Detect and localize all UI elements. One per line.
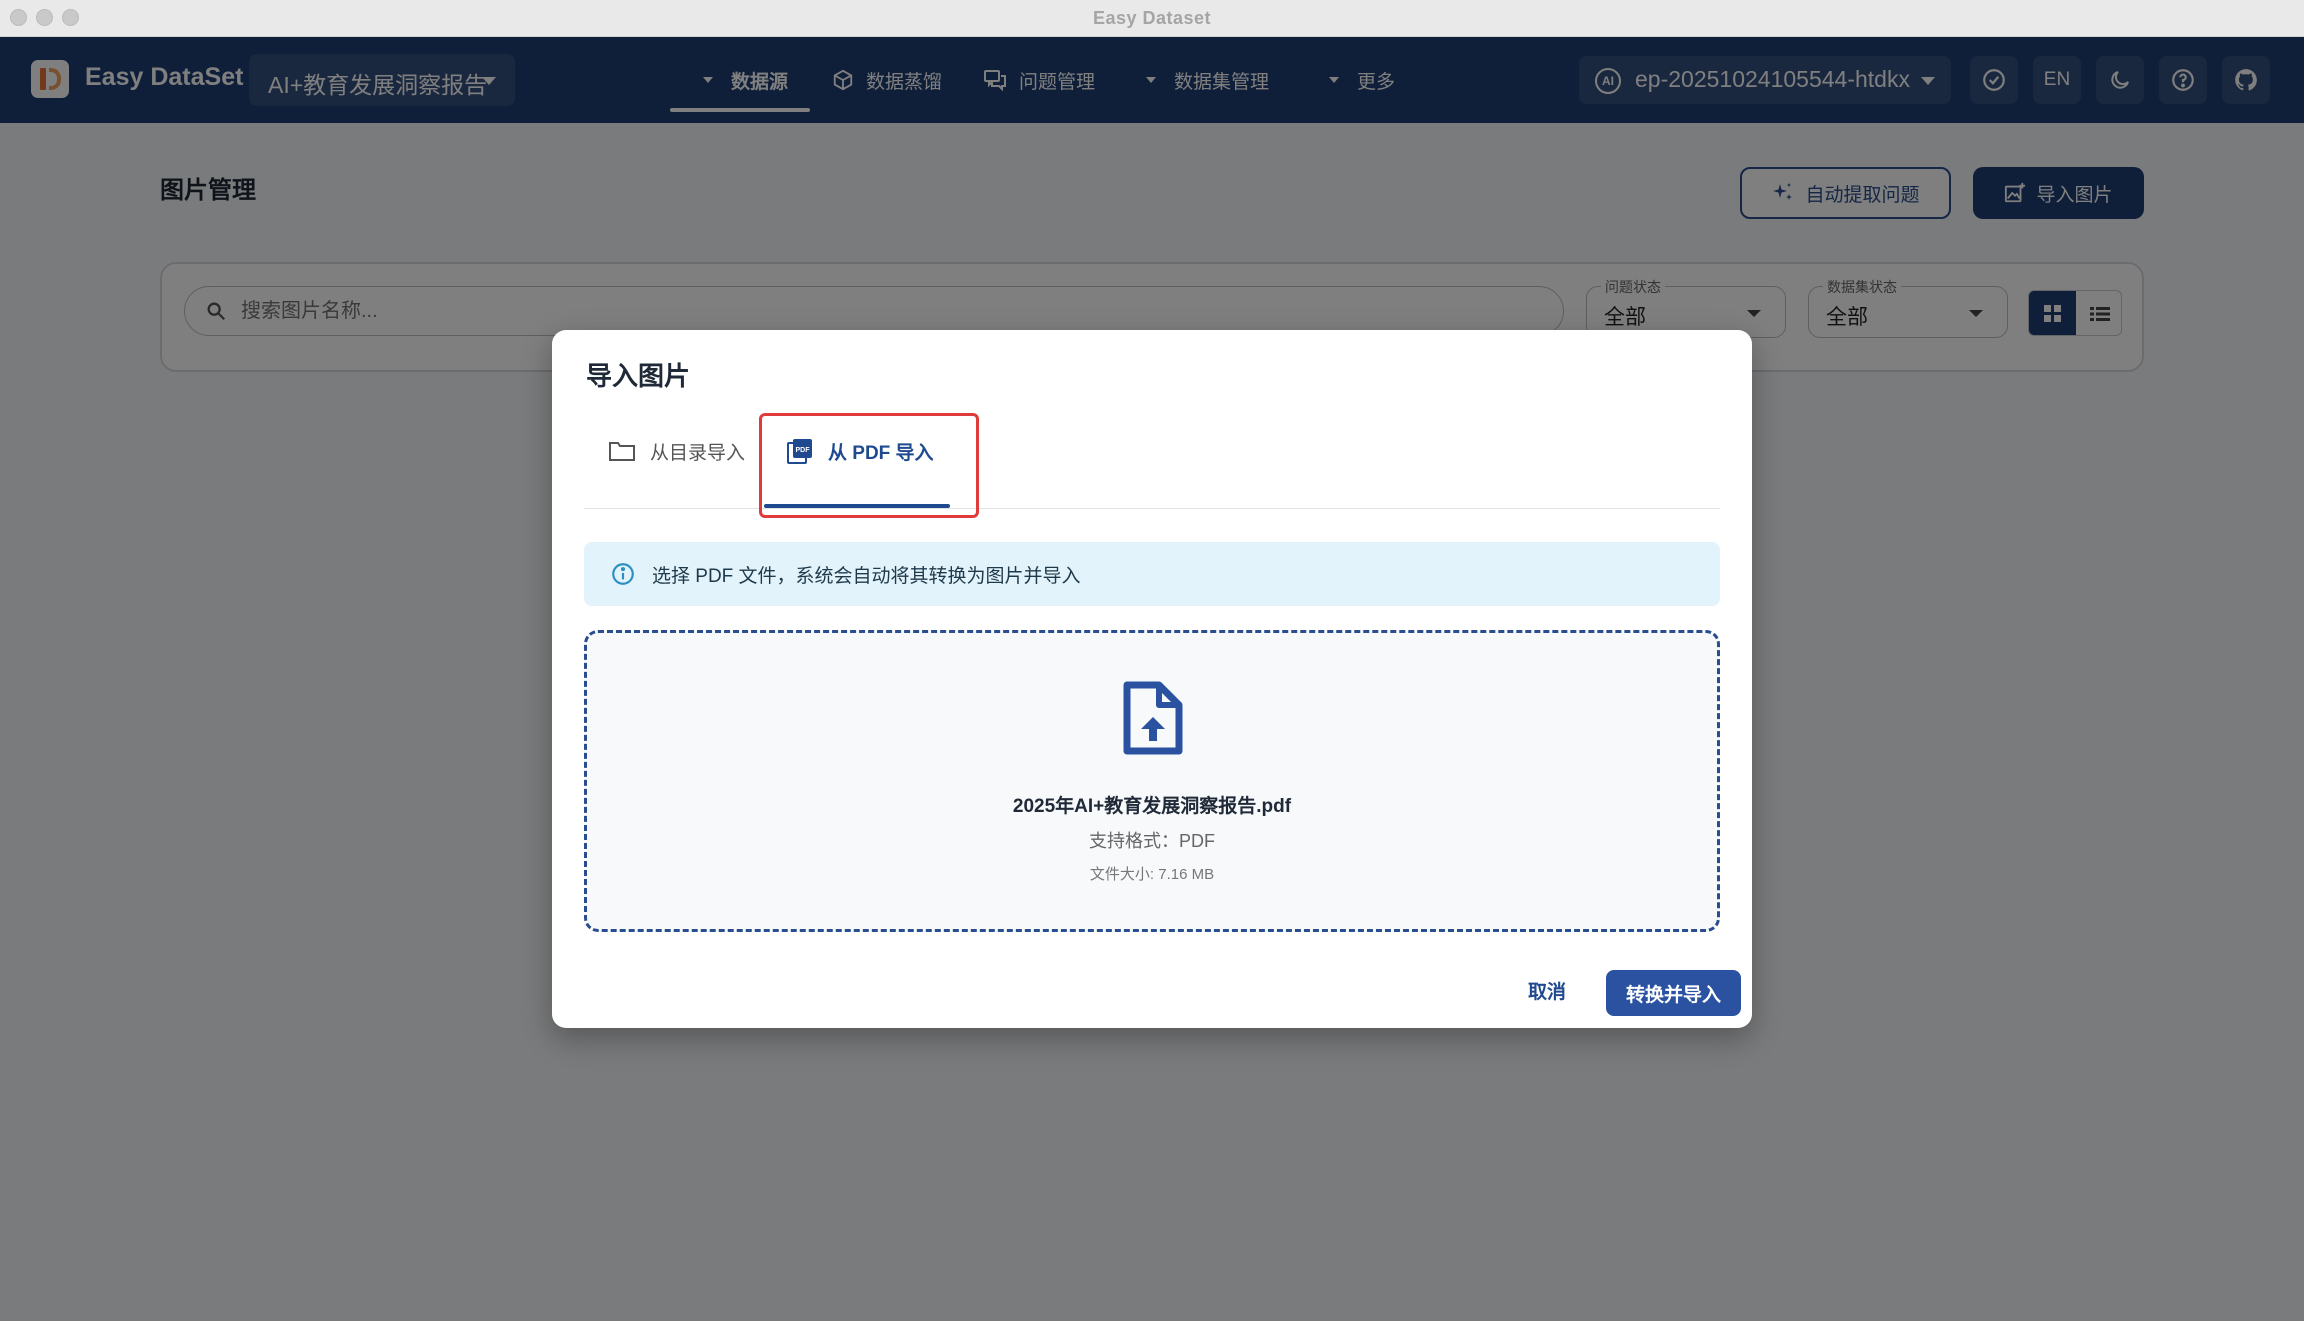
convert-and-import-button[interactable]: 转换并导入 bbox=[1606, 970, 1741, 1016]
import-images-dialog: 导入图片 从目录导入 PDF 从 PDF 导入 选择 PDF 文件，系统会自动将… bbox=[552, 330, 1752, 1028]
tab-label: 从目录导入 bbox=[650, 442, 746, 464]
dialog-title: 导入图片 bbox=[586, 361, 691, 391]
folder-icon bbox=[609, 442, 635, 461]
tabs-divider bbox=[584, 508, 1720, 509]
pdf-drop-zone[interactable]: 2025年AI+教育发展洞察报告.pdf 支持格式：PDF 文件大小: 7.16… bbox=[584, 630, 1720, 932]
supported-format-text: 支持格式：PDF bbox=[1089, 831, 1215, 851]
selected-file-name: 2025年AI+教育发展洞察报告.pdf bbox=[1012, 796, 1292, 817]
tab-import-from-directory[interactable]: 从目录导入 bbox=[608, 426, 745, 476]
info-alert: 选择 PDF 文件，系统会自动将其转换为图片并导入 bbox=[584, 542, 1720, 606]
window-title: Easy Dataset bbox=[1092, 8, 1212, 28]
file-upload-icon bbox=[1123, 681, 1183, 755]
file-size-text: 文件大小: 7.16 MB bbox=[1089, 866, 1215, 883]
info-text: 选择 PDF 文件，系统会自动将其转换为图片并导入 bbox=[652, 565, 1081, 587]
title-bar: Easy Dataset bbox=[0, 0, 2304, 37]
app-window: Easy Dataset Easy DataSet AI+教育发展洞察报告 数据… bbox=[0, 0, 2304, 1321]
info-icon bbox=[612, 563, 634, 585]
highlight-annotation bbox=[759, 413, 979, 518]
cancel-button[interactable]: 取消 bbox=[1512, 970, 1582, 1010]
